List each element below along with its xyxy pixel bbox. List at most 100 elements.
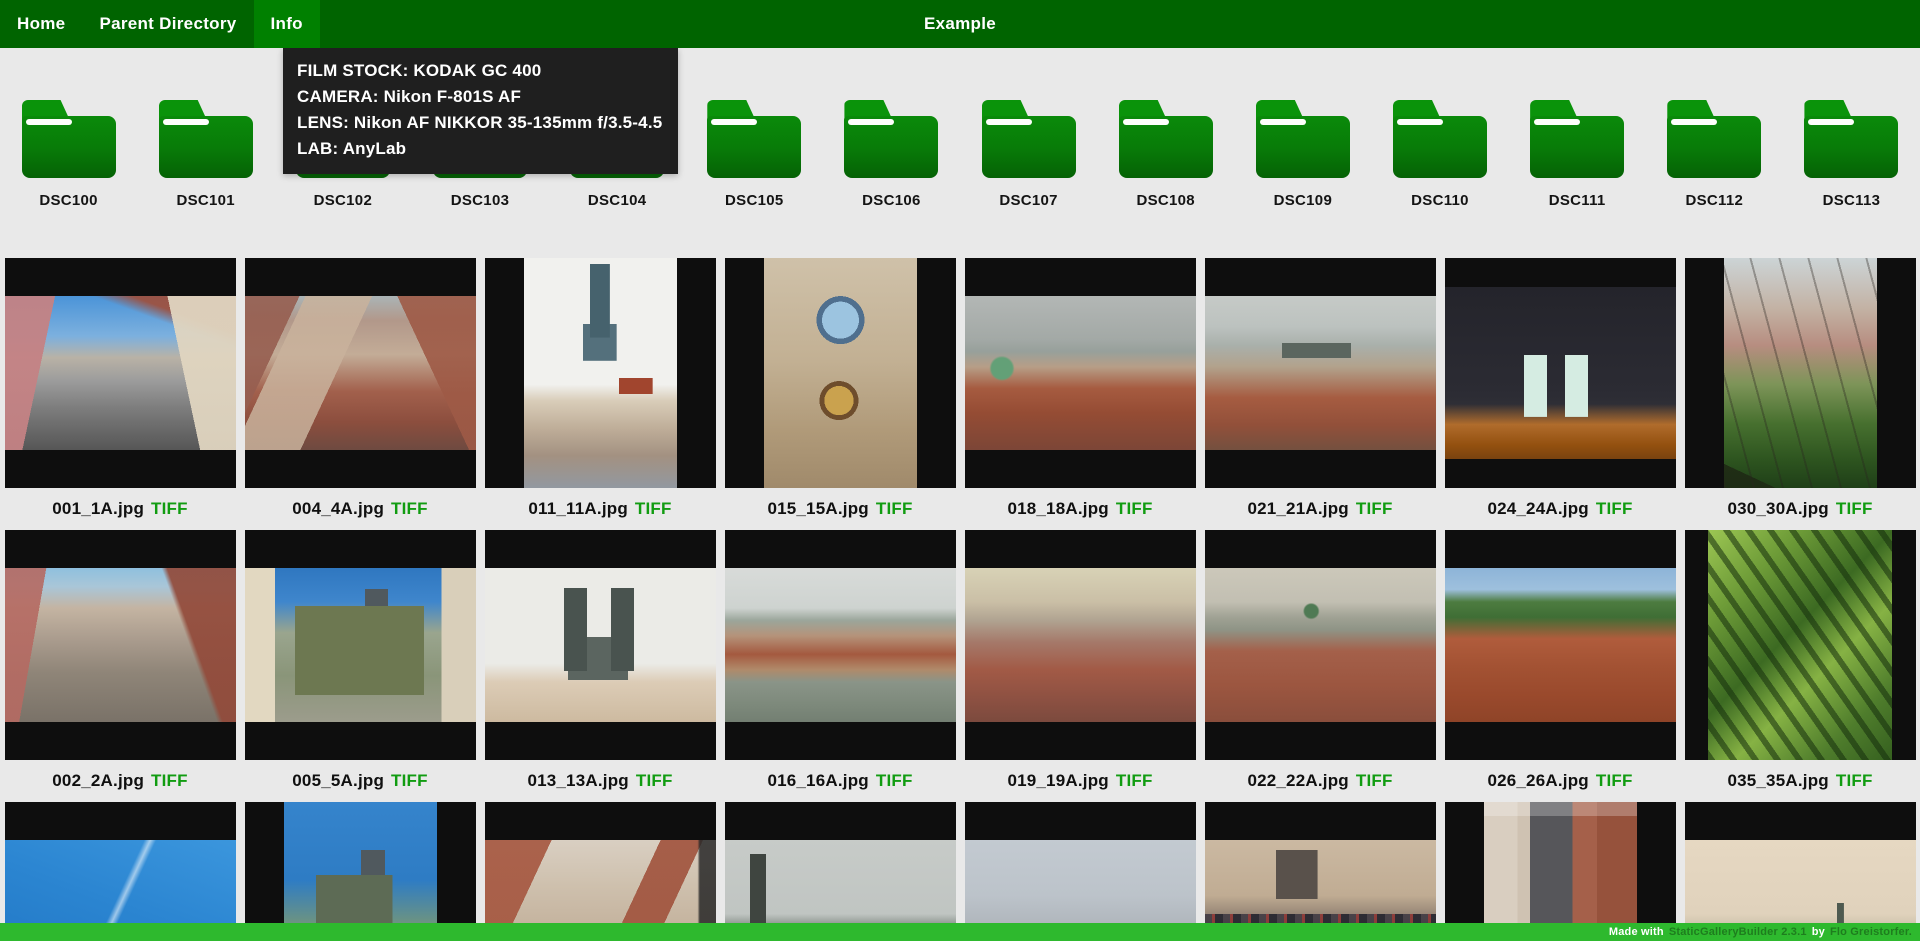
photo-tiff-link[interactable]: TIFF bbox=[1836, 499, 1873, 519]
photo-thumbnail[interactable] bbox=[485, 802, 716, 941]
photo-tiff-link[interactable]: TIFF bbox=[391, 771, 428, 791]
photo-thumbnail[interactable] bbox=[1205, 258, 1436, 488]
photo-item-022_22A.jpg[interactable]: 022_22A.jpg TIFF bbox=[1200, 530, 1440, 802]
photo-tiff-link[interactable]: TIFF bbox=[1116, 499, 1153, 519]
folder-item-dsc108[interactable]: DSC108 bbox=[1097, 100, 1234, 209]
nav-item-info[interactable]: Info bbox=[254, 0, 320, 48]
photo-image bbox=[1708, 530, 1892, 760]
photo-item[interactable] bbox=[960, 802, 1200, 941]
photo-tiff-link[interactable]: TIFF bbox=[1116, 771, 1153, 791]
folder-item-dsc112[interactable]: DSC112 bbox=[1646, 100, 1783, 209]
folder-item-dsc105[interactable]: DSC105 bbox=[686, 100, 823, 209]
folder-item-dsc106[interactable]: DSC106 bbox=[823, 100, 960, 209]
photo-tiff-link[interactable]: TIFF bbox=[635, 499, 672, 519]
photo-item-026_26A.jpg[interactable]: 026_26A.jpg TIFF bbox=[1440, 530, 1680, 802]
photo-thumbnail[interactable] bbox=[725, 530, 956, 760]
photo-item-035_35A.jpg[interactable]: 035_35A.jpg TIFF bbox=[1680, 530, 1920, 802]
nav-item-home[interactable]: Home bbox=[0, 0, 82, 48]
photo-filename-link[interactable]: 002_2A.jpg bbox=[52, 771, 144, 791]
photo-tiff-link[interactable]: TIFF bbox=[151, 499, 188, 519]
nav-item-parent-directory[interactable]: Parent Directory bbox=[82, 0, 253, 48]
photo-tiff-link[interactable]: TIFF bbox=[391, 499, 428, 519]
photo-tiff-link[interactable]: TIFF bbox=[636, 771, 673, 791]
folder-item-dsc100[interactable]: DSC100 bbox=[0, 100, 137, 209]
photo-tiff-link[interactable]: TIFF bbox=[151, 771, 188, 791]
photo-filename-link[interactable]: 004_4A.jpg bbox=[292, 499, 384, 519]
folder-item-dsc110[interactable]: DSC110 bbox=[1371, 100, 1508, 209]
photo-thumbnail[interactable] bbox=[725, 258, 956, 488]
footer-author-link[interactable]: Flo Greistorfer. bbox=[1830, 926, 1912, 938]
photo-thumbnail[interactable] bbox=[485, 258, 716, 488]
folder-item-dsc101[interactable]: DSC101 bbox=[137, 100, 274, 209]
photo-filename-link[interactable]: 013_13A.jpg bbox=[527, 771, 628, 791]
photo-thumbnail[interactable] bbox=[965, 802, 1196, 941]
photo-filename-link[interactable]: 024_24A.jpg bbox=[1487, 499, 1588, 519]
photo-thumbnail[interactable] bbox=[1445, 802, 1676, 941]
folder-label: DSC102 bbox=[314, 192, 373, 209]
photo-item-005_5A.jpg[interactable]: 005_5A.jpg TIFF bbox=[240, 530, 480, 802]
photo-thumbnail[interactable] bbox=[965, 530, 1196, 760]
photo-tiff-link[interactable]: TIFF bbox=[1596, 499, 1633, 519]
photo-thumbnail[interactable] bbox=[245, 802, 476, 941]
photo-thumbnail[interactable] bbox=[1685, 530, 1916, 760]
photo-item-030_30A.jpg[interactable]: 030_30A.jpg TIFF bbox=[1680, 258, 1920, 530]
photo-item-015_15A.jpg[interactable]: 015_15A.jpg TIFF bbox=[720, 258, 960, 530]
photo-item-019_19A.jpg[interactable]: 019_19A.jpg TIFF bbox=[960, 530, 1200, 802]
folder-item-dsc107[interactable]: DSC107 bbox=[960, 100, 1097, 209]
photo-filename-link[interactable]: 011_11A.jpg bbox=[528, 499, 628, 519]
photo-thumbnail[interactable] bbox=[1205, 802, 1436, 941]
photo-filename-link[interactable]: 001_1A.jpg bbox=[52, 499, 144, 519]
photo-filename-link[interactable]: 015_15A.jpg bbox=[767, 499, 868, 519]
photo-filename-link[interactable]: 018_18A.jpg bbox=[1007, 499, 1108, 519]
photo-filename-link[interactable]: 021_21A.jpg bbox=[1247, 499, 1348, 519]
photo-thumbnail[interactable] bbox=[245, 530, 476, 760]
photo-item-024_24A.jpg[interactable]: 024_24A.jpg TIFF bbox=[1440, 258, 1680, 530]
photo-thumbnail[interactable] bbox=[5, 530, 236, 760]
photo-tiff-link[interactable]: TIFF bbox=[876, 771, 913, 791]
photo-item[interactable] bbox=[1440, 802, 1680, 941]
photo-thumbnail[interactable] bbox=[245, 258, 476, 488]
photo-thumbnail[interactable] bbox=[965, 258, 1196, 488]
photo-filename-link[interactable]: 019_19A.jpg bbox=[1007, 771, 1108, 791]
photo-item-018_18A.jpg[interactable]: 018_18A.jpg TIFF bbox=[960, 258, 1200, 530]
photo-image bbox=[1724, 258, 1877, 488]
photo-item[interactable] bbox=[1680, 802, 1920, 941]
photo-filename-link[interactable]: 005_5A.jpg bbox=[292, 771, 384, 791]
photo-image bbox=[1205, 296, 1436, 450]
photo-item[interactable] bbox=[0, 802, 240, 941]
photo-filename-link[interactable]: 030_30A.jpg bbox=[1727, 499, 1828, 519]
photo-filename-link[interactable]: 026_26A.jpg bbox=[1487, 771, 1588, 791]
folder-item-dsc111[interactable]: DSC111 bbox=[1509, 100, 1646, 209]
photo-item-013_13A.jpg[interactable]: 013_13A.jpg TIFF bbox=[480, 530, 720, 802]
photo-thumbnail[interactable] bbox=[5, 802, 236, 941]
photo-thumbnail[interactable] bbox=[1685, 258, 1916, 488]
photo-item-002_2A.jpg[interactable]: 002_2A.jpg TIFF bbox=[0, 530, 240, 802]
photo-tiff-link[interactable]: TIFF bbox=[1356, 499, 1393, 519]
photo-item-016_16A.jpg[interactable]: 016_16A.jpg TIFF bbox=[720, 530, 960, 802]
photo-item-001_1A.jpg[interactable]: 001_1A.jpg TIFF bbox=[0, 258, 240, 530]
photo-item[interactable] bbox=[1200, 802, 1440, 941]
photo-tiff-link[interactable]: TIFF bbox=[1596, 771, 1633, 791]
photo-thumbnail[interactable] bbox=[5, 258, 236, 488]
photo-thumbnail[interactable] bbox=[1445, 530, 1676, 760]
photo-tiff-link[interactable]: TIFF bbox=[1836, 771, 1873, 791]
photo-thumbnail[interactable] bbox=[485, 530, 716, 760]
folder-item-dsc113[interactable]: DSC113 bbox=[1783, 100, 1920, 209]
photo-item-011_11A.jpg[interactable]: 011_11A.jpg TIFF bbox=[480, 258, 720, 530]
photo-tiff-link[interactable]: TIFF bbox=[876, 499, 913, 519]
photo-item[interactable] bbox=[720, 802, 960, 941]
photo-thumbnail[interactable] bbox=[1445, 258, 1676, 488]
photo-thumbnail[interactable] bbox=[1205, 530, 1436, 760]
photo-thumbnail[interactable] bbox=[1685, 802, 1916, 941]
photo-thumbnail[interactable] bbox=[725, 802, 956, 941]
photo-item[interactable] bbox=[240, 802, 480, 941]
folder-item-dsc109[interactable]: DSC109 bbox=[1234, 100, 1371, 209]
photo-item[interactable] bbox=[480, 802, 720, 941]
footer-builder-link[interactable]: StaticGalleryBuilder 2.3.1 bbox=[1669, 926, 1807, 938]
photo-item-004_4A.jpg[interactable]: 004_4A.jpg TIFF bbox=[240, 258, 480, 530]
photo-filename-link[interactable]: 022_22A.jpg bbox=[1247, 771, 1348, 791]
photo-filename-link[interactable]: 016_16A.jpg bbox=[767, 771, 868, 791]
photo-tiff-link[interactable]: TIFF bbox=[1356, 771, 1393, 791]
photo-item-021_21A.jpg[interactable]: 021_21A.jpg TIFF bbox=[1200, 258, 1440, 530]
photo-filename-link[interactable]: 035_35A.jpg bbox=[1727, 771, 1828, 791]
